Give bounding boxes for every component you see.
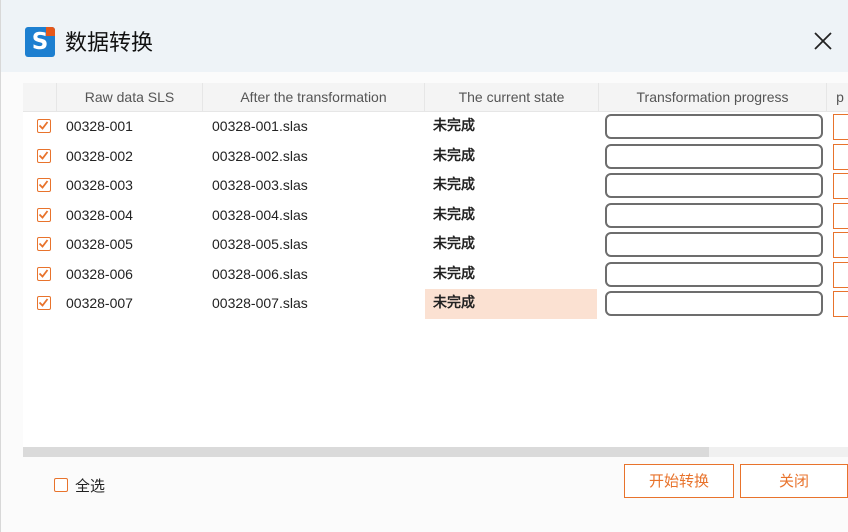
dialog-title: 数据转换 — [65, 31, 154, 56]
after-transformation-cell: 00328-006.slas — [212, 265, 308, 282]
current-state-cell: 未完成 — [433, 147, 475, 164]
current-state-cell: 未完成 — [425, 289, 597, 319]
row-checkbox[interactable] — [37, 296, 51, 310]
row-checkbox[interactable] — [37, 207, 51, 222]
checkmark-icon — [38, 268, 49, 278]
row-action-button[interactable] — [833, 173, 848, 199]
checkmark-icon — [38, 121, 49, 130]
table-row[interactable]: 00328-006 00328-006.slas 未完成 — [23, 260, 848, 290]
data-conversion-dialog: S 数据转换 Raw data SLS After the transforma… — [0, 0, 848, 532]
progress-bar — [605, 232, 823, 257]
row-checkbox[interactable] — [37, 148, 51, 163]
app-logo-letter: S — [31, 29, 49, 55]
table-row[interactable]: 00328-002 00328-002.slas 未完成 — [23, 142, 848, 172]
header-raw-data: Raw data SLS — [57, 83, 203, 111]
table-row[interactable]: 00328-001 00328-001.slas 未完成 — [23, 112, 848, 142]
row-action-button[interactable] — [833, 202, 848, 229]
raw-data-cell: 00328-002 — [66, 147, 133, 164]
current-state-cell: 未完成 — [433, 177, 475, 193]
horizontal-scrollbar[interactable] — [23, 447, 848, 457]
row-checkbox[interactable] — [37, 119, 51, 133]
after-transformation-cell: 00328-001.slas — [212, 118, 308, 134]
row-action-button[interactable] — [833, 291, 848, 317]
close-button[interactable]: 关闭 — [740, 464, 848, 498]
raw-data-cell: 00328-001 — [66, 118, 133, 134]
row-action-button[interactable] — [833, 143, 848, 170]
row-action-button[interactable] — [833, 232, 848, 258]
current-state-cell: 未完成 — [433, 118, 475, 134]
checkmark-icon — [38, 298, 49, 307]
table-row[interactable]: 00328-005 00328-005.slas 未完成 — [23, 230, 848, 260]
table-row[interactable]: 00328-004 00328-004.slas 未完成 — [23, 201, 848, 231]
checkmark-icon — [38, 150, 49, 160]
progress-bar — [605, 173, 823, 198]
title-bar: S 数据转换 — [1, 0, 848, 72]
app-logo-icon: S — [25, 27, 55, 57]
start-conversion-button[interactable]: 开始转换 — [624, 464, 734, 498]
row-checkbox[interactable] — [37, 178, 51, 192]
header-extra-column: p — [836, 89, 844, 105]
raw-data-cell: 00328-007 — [66, 295, 133, 311]
row-checkbox[interactable] — [37, 237, 51, 251]
row-action-button[interactable] — [833, 114, 848, 140]
current-state-cell: 未完成 — [433, 265, 475, 282]
after-transformation-cell: 00328-005.slas — [212, 236, 308, 252]
after-transformation-cell: 00328-002.slas — [212, 147, 308, 164]
horizontal-scrollbar-thumb[interactable] — [23, 447, 709, 457]
raw-data-cell: 00328-003 — [66, 177, 133, 193]
progress-bar — [605, 114, 823, 139]
table-row[interactable]: 00328-003 00328-003.slas 未完成 — [23, 171, 848, 201]
raw-data-cell: 00328-006 — [66, 265, 133, 282]
conversion-table: Raw data SLS After the transformation Th… — [23, 83, 848, 457]
header-after-transformation: After the transformation — [203, 83, 425, 111]
checkmark-icon — [38, 209, 49, 219]
table-row[interactable]: 00328-007 00328-007.slas 未完成 — [23, 289, 848, 319]
header-transformation-progress: Transformation progress — [599, 83, 827, 111]
progress-bar — [605, 291, 823, 316]
after-transformation-cell: 00328-007.slas — [212, 295, 308, 311]
after-transformation-cell: 00328-004.slas — [212, 206, 308, 223]
raw-data-cell: 00328-004 — [66, 206, 133, 223]
dialog-footer: 全选 开始转换 关闭 — [1, 458, 848, 532]
current-state-cell: 未完成 — [433, 236, 475, 252]
progress-bar — [605, 261, 823, 287]
progress-bar — [605, 143, 823, 169]
checkmark-icon — [38, 239, 49, 248]
progress-bar — [605, 202, 823, 228]
close-icon[interactable] — [809, 27, 837, 55]
select-all-label: 全选 — [75, 477, 106, 495]
header-current-state: The current state — [425, 83, 599, 111]
checkmark-icon — [38, 180, 49, 189]
row-action-button[interactable] — [833, 261, 848, 288]
after-transformation-cell: 00328-003.slas — [212, 177, 308, 193]
raw-data-cell: 00328-005 — [66, 236, 133, 252]
select-all-checkbox[interactable] — [54, 478, 68, 492]
row-checkbox[interactable] — [37, 266, 51, 281]
table-header: Raw data SLS After the transformation Th… — [23, 83, 848, 112]
current-state-cell: 未完成 — [433, 206, 475, 223]
header-checkbox-column — [23, 83, 57, 111]
